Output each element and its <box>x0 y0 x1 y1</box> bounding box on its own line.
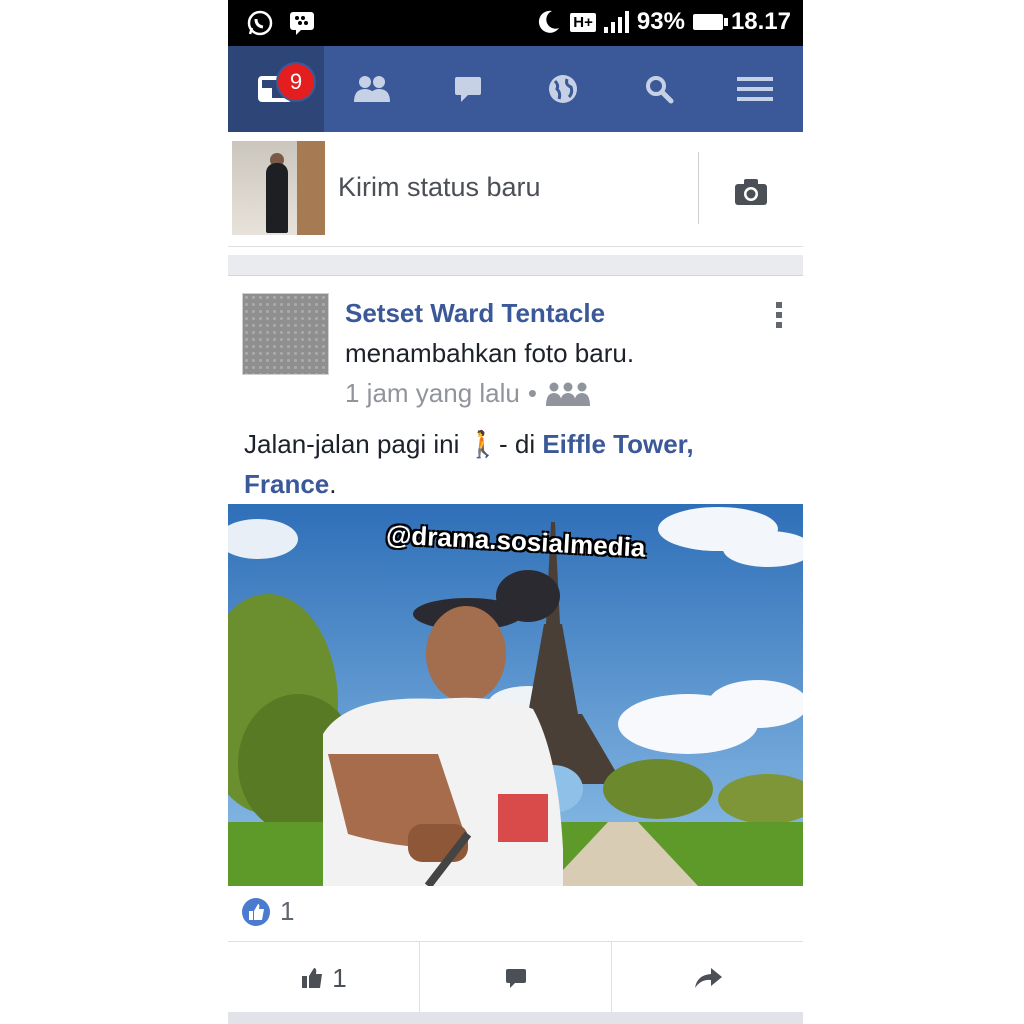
like-button[interactable]: 1 <box>228 942 420 1014</box>
globe-icon <box>549 75 578 103</box>
post-text: Jalan-jalan pagi ini 🚶- di Eiffle Tower,… <box>244 424 784 504</box>
tab-notifications[interactable] <box>515 46 611 132</box>
feed-bottom-strip <box>228 1012 803 1024</box>
whatsapp-icon <box>247 10 273 36</box>
meta-separator: • <box>527 378 537 408</box>
post-actions: 1 <box>228 941 803 1014</box>
clock: 18.17 <box>730 8 791 35</box>
search-icon <box>646 76 674 104</box>
comment-icon <box>505 969 526 988</box>
friends-icon <box>353 76 390 102</box>
like-button-count: 1 <box>332 962 347 993</box>
post-meta: 1 jam yang lalu • <box>345 378 591 409</box>
post-text-mid: - di <box>498 429 536 459</box>
status-left-icons <box>246 9 316 37</box>
menu-icon <box>737 77 774 101</box>
status-bar: H+ 93% 18.17 <box>228 0 803 46</box>
post-options-icon[interactable] <box>776 302 782 328</box>
share-button[interactable] <box>612 942 803 1014</box>
tab-search[interactable] <box>611 46 707 132</box>
composer-bottom-strip <box>228 246 803 255</box>
feed-post: Setset Ward Tentacle menambahkan foto ba… <box>228 275 803 1021</box>
composer-divider <box>698 152 699 224</box>
comment-button[interactable] <box>420 942 612 1014</box>
friends-privacy-icon <box>546 382 590 406</box>
tab-news-feed[interactable]: 9 <box>228 46 324 132</box>
like-count: 1 <box>280 896 295 926</box>
post-time[interactable]: 1 jam yang lalu <box>345 378 520 409</box>
tab-menu[interactable] <box>707 46 803 132</box>
network-type: H+ <box>570 12 596 32</box>
post-text-end: . <box>329 469 337 499</box>
user-avatar[interactable] <box>232 141 325 235</box>
selfie-eiffel-photo <box>228 504 803 886</box>
battery-percent: 93% <box>636 8 685 35</box>
camera-icon[interactable] <box>734 178 768 206</box>
thumbs-up-icon <box>302 968 323 988</box>
post-action-text: menambahkan foto baru. <box>345 338 635 368</box>
share-arrow-icon <box>694 968 722 988</box>
signal-icon <box>603 11 629 33</box>
tab-messages[interactable] <box>420 46 516 132</box>
top-navigation: 9 <box>228 46 803 132</box>
like-reaction-icon <box>242 897 270 926</box>
battery-icon <box>692 14 728 30</box>
phone-screen: H+ 93% 18.17 9 Kirim status baru Setset … <box>228 0 803 1024</box>
author-name[interactable]: Setset Ward Tentacle <box>345 298 605 329</box>
tab-friends[interactable] <box>324 46 420 132</box>
bbm-icon <box>290 12 314 35</box>
post-photo[interactable]: @drama.sosialmedia <box>228 504 803 886</box>
notification-badge: 9 <box>276 62 316 102</box>
author-avatar[interactable] <box>242 293 329 375</box>
status-input[interactable]: Kirim status baru <box>338 172 541 203</box>
walking-emoji: 🚶 <box>466 429 499 459</box>
status-composer: Kirim status baru <box>228 132 803 246</box>
status-right: H+ 93% 18.17 <box>534 8 791 36</box>
post-text-start: Jalan-jalan pagi ini <box>244 429 460 459</box>
reaction-summary[interactable]: 1 <box>242 896 294 927</box>
moon-icon <box>539 10 560 33</box>
message-icon <box>454 77 481 102</box>
